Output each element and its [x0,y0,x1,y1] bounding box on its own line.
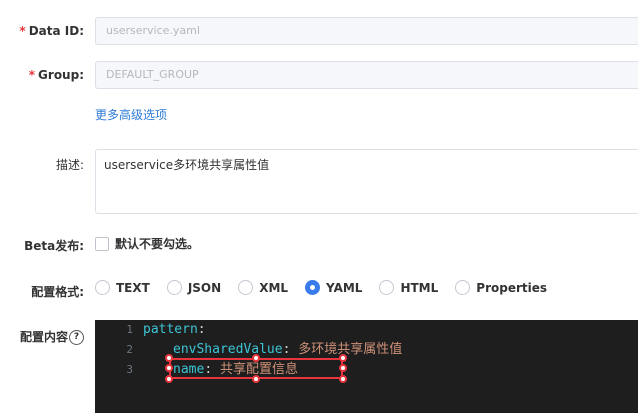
radio-label: Properties [476,280,548,295]
code-text: pattern: [143,320,206,340]
resize-handle[interactable] [252,375,260,383]
format-option-json[interactable]: JSON [166,280,222,295]
yaml-value: 多环境共享属性值 [298,342,403,357]
resize-handle[interactable] [165,354,173,362]
beta-checkbox-row[interactable]: 默认不要勾选。 [95,235,199,252]
description-textarea[interactable]: userservice多环境共享属性值 [95,149,638,214]
advanced-options-link[interactable]: 更多高级选项 [95,106,167,123]
yaml-separator: : [197,322,206,337]
group-input[interactable]: DEFAULT_GROUP [95,61,638,89]
format-label: 配置格式: [31,285,84,299]
radio-label: XML [259,280,289,295]
resize-handle[interactable] [165,364,173,372]
line-number: 3 [126,363,133,376]
required-asterisk: * [19,24,26,38]
help-icon[interactable]: ? [69,330,84,345]
resize-handle[interactable] [339,375,347,383]
format-option-properties[interactable]: Properties [455,280,547,295]
code-text: envSharedValue: 多环境共享属性值 [173,340,402,360]
editor-line: 1 pattern: [95,320,638,340]
radio-button[interactable] [238,280,254,295]
radio-button[interactable] [455,280,471,295]
editor-line: 2 envSharedValue: 多环境共享属性值 [95,340,638,360]
radio-label: JSON [187,280,222,295]
format-option-xml[interactable]: XML [238,280,288,295]
group-label-text: Group: [38,68,84,82]
data-id-label-text: Data ID: [28,24,84,38]
data-id-label: * Data ID: [0,24,84,38]
radio-button[interactable] [166,280,182,295]
yaml-separator: : [282,342,299,357]
format-option-html[interactable]: HTML [379,280,438,295]
yaml-key: pattern [143,322,198,337]
format-radio-group: TEXT JSON XML YAML HTML Properties [95,280,564,295]
beta-checkbox[interactable] [95,236,109,251]
radio-label: YAML [326,280,363,295]
yaml-key: envSharedValue [173,342,283,357]
format-option-text[interactable]: TEXT [95,280,150,295]
radio-button[interactable] [379,280,395,295]
required-asterisk: * [28,68,36,82]
resize-handle[interactable] [252,354,260,362]
description-label: 描述: [55,158,84,172]
line-number: 2 [126,343,133,356]
radio-button[interactable] [95,280,110,295]
line-number: 1 [126,323,133,336]
radio-label: TEXT [116,280,150,295]
beta-checkbox-label: 默认不要勾选。 [115,237,200,251]
radio-label: HTML [400,280,439,295]
resize-handle[interactable] [165,375,173,383]
group-label: * Group: [0,68,84,82]
format-option-yaml[interactable]: YAML [305,280,362,295]
beta-label: Beta发布: [24,239,84,253]
resize-handle[interactable] [339,364,347,372]
content-label: 配置内容? [0,328,84,345]
content-label-text: 配置内容 [19,330,68,344]
data-id-input[interactable]: userservice.yaml [95,17,638,45]
radio-button-selected[interactable] [305,280,321,295]
resize-handle[interactable] [339,354,347,362]
